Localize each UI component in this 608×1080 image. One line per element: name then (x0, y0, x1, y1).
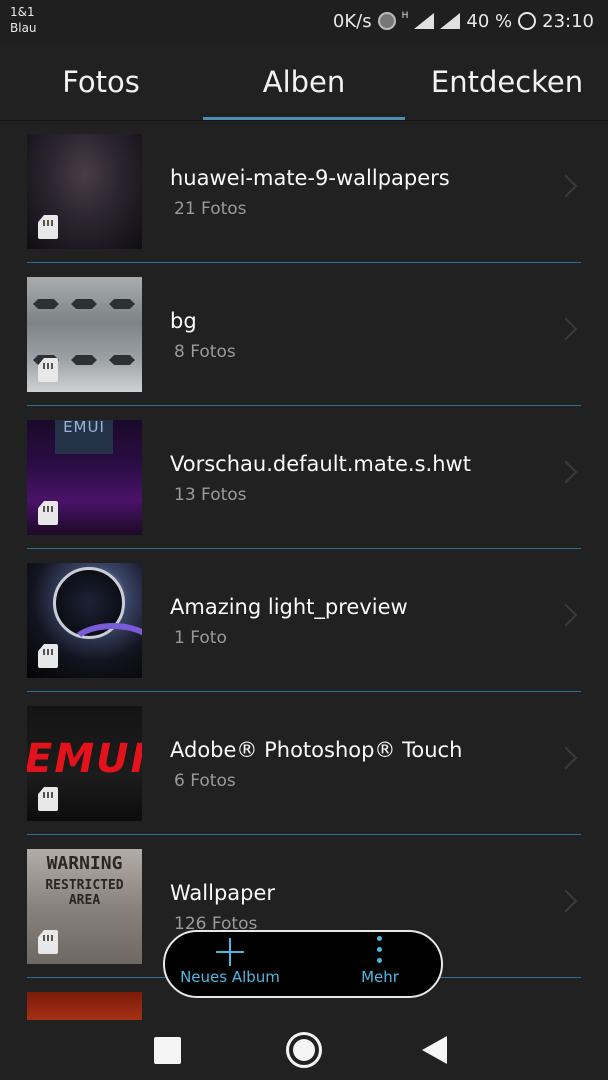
album-row[interactable]: bg 8 Fotos (0, 263, 608, 406)
album-thumbnail (27, 992, 142, 1020)
sd-card-icon (38, 644, 58, 668)
album-row[interactable]: Amazing light_preview 1 Foto (0, 549, 608, 692)
tab-alben[interactable]: Alben (203, 44, 405, 120)
tab-entdecken[interactable]: Entdecken (406, 44, 608, 120)
network-type: H (401, 11, 409, 21)
home-button[interactable] (286, 1032, 322, 1068)
thumbnail-text: WARNING RESTRICTED AREA (27, 853, 142, 908)
album-list[interactable]: huawei-mate-9-wallpapers 21 Fotos bg 8 F… (0, 120, 608, 1020)
status-bar: 1&1 Blau 0K/s H 40 % 23:10 (0, 0, 608, 44)
recents-button[interactable] (154, 1037, 181, 1064)
status-icons: 0K/s H 40 % 23:10 (333, 8, 594, 34)
album-title: Vorschau.default.mate.s.hwt (170, 452, 471, 476)
thumbnail-text: EMUI (27, 736, 142, 782)
album-title: bg (170, 309, 197, 333)
album-title: Adobe® Photoshop® Touch (170, 738, 463, 762)
back-button[interactable] (422, 1036, 447, 1064)
plus-icon (216, 938, 244, 966)
thumbnail-text: EMUI (55, 420, 113, 454)
system-nav-bar (0, 1020, 608, 1080)
chevron-right-icon (554, 746, 578, 770)
signal-icon-2 (440, 13, 461, 29)
floating-action-bar: Neues Album Mehr (163, 930, 443, 998)
carrier-subname: Blau (10, 21, 37, 35)
sd-card-icon (38, 215, 58, 239)
signal-icon (414, 13, 435, 29)
album-title: Wallpaper (170, 881, 276, 905)
battery-percent: 40 % (466, 10, 513, 32)
carrier-label: 1&1 Blau (10, 4, 37, 36)
album-thumbnail: WARNING RESTRICTED AREA (27, 849, 142, 964)
chevron-right-icon (554, 460, 578, 484)
album-thumbnail (27, 277, 142, 392)
album-thumbnail (27, 134, 142, 249)
album-count: 8 Fotos (174, 342, 236, 362)
album-row[interactable]: huawei-mate-9-wallpapers 21 Fotos (0, 120, 608, 263)
battery-icon (518, 12, 537, 30)
chevron-right-icon (554, 317, 578, 341)
tab-bar: Fotos Alben Entdecken (0, 44, 608, 121)
thumbnail-subheading: RESTRICTED AREA (45, 878, 124, 908)
album-count: 13 Fotos (174, 485, 247, 505)
sd-card-icon (38, 358, 58, 382)
chevron-right-icon (554, 889, 578, 913)
new-album-label: Neues Album (180, 968, 280, 986)
chevron-right-icon (554, 603, 578, 627)
carrier-name: 1&1 (10, 5, 35, 19)
sd-card-icon (38, 501, 58, 525)
album-thumbnail: EMUI (27, 420, 142, 535)
new-album-button[interactable]: Neues Album (165, 932, 295, 996)
alarm-icon (377, 12, 396, 30)
light-swirl (67, 623, 142, 675)
clock: 23:10 (542, 10, 594, 32)
more-button[interactable]: Mehr (315, 932, 445, 996)
thumbnail-heading: WARNING (46, 853, 123, 874)
album-row[interactable]: EMUI Adobe® Photoshop® Touch 6 Fotos (0, 692, 608, 835)
album-thumbnail: EMUI (27, 706, 142, 821)
album-count: 6 Fotos (174, 771, 236, 791)
more-label: Mehr (361, 968, 399, 986)
more-vertical-icon (377, 936, 383, 966)
album-thumbnail (27, 563, 142, 678)
tab-fotos[interactable]: Fotos (0, 44, 202, 120)
album-title: Amazing light_preview (170, 595, 408, 619)
net-speed: 0K/s (332, 10, 372, 32)
album-count: 21 Fotos (174, 199, 247, 219)
album-count: 1 Foto (174, 628, 227, 648)
chevron-right-icon (554, 174, 578, 198)
album-title: huawei-mate-9-wallpapers (170, 166, 450, 190)
sd-card-icon (38, 787, 58, 811)
sd-card-icon (38, 930, 58, 954)
album-row[interactable]: EMUI Vorschau.default.mate.s.hwt 13 Foto… (0, 406, 608, 549)
